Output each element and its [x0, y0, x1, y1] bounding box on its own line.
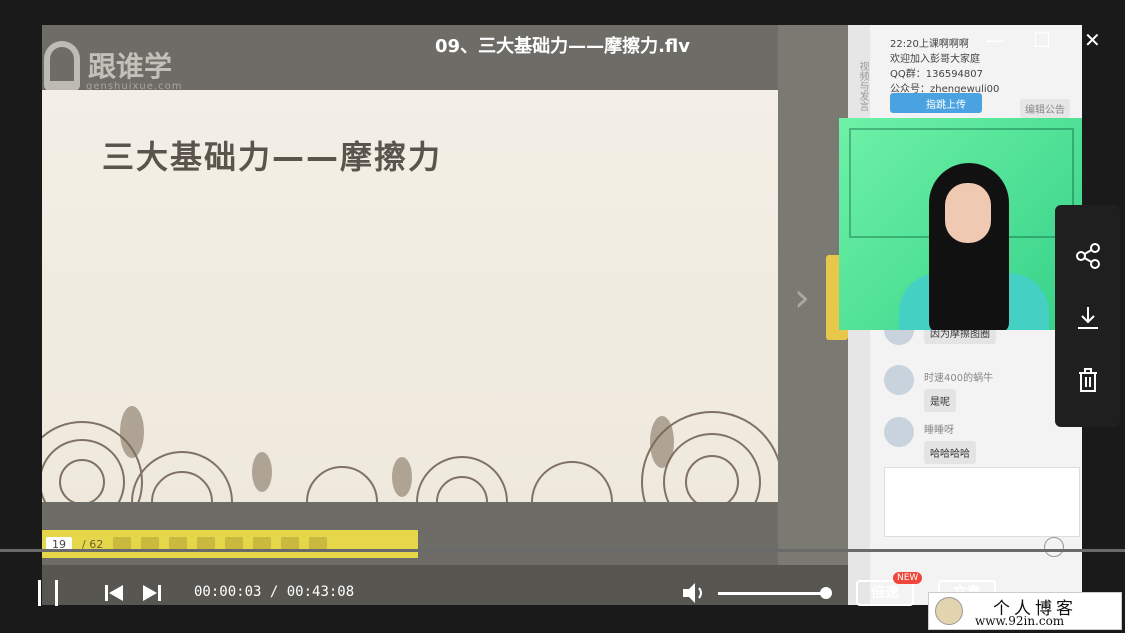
window-title: 09、三大基础力——摩擦力.flv [435, 36, 690, 57]
progress-bar[interactable] [0, 549, 1125, 552]
current-time: 00:00:03 [194, 584, 262, 600]
volume-slider[interactable] [718, 592, 826, 595]
previous-icon[interactable] [104, 583, 124, 603]
side-action-panel [1055, 205, 1120, 427]
avatar [884, 365, 914, 395]
lecture-slide: 三大基础力——摩擦力 [42, 90, 778, 502]
total-time: 00:43:08 [286, 584, 355, 600]
share-icon[interactable] [1073, 241, 1103, 271]
new-badge: NEW [893, 572, 923, 584]
slide-title: 三大基础力——摩擦力 [102, 138, 443, 176]
pen-toolbar: 19 / 62 [42, 530, 418, 558]
teacher-face [945, 183, 991, 243]
next-icon[interactable] [142, 583, 162, 603]
watermark-url: www.92in.com [975, 614, 1065, 628]
pause-icon[interactable] [36, 580, 60, 606]
watermark-avatar [935, 597, 963, 625]
avatar [884, 417, 914, 447]
download-icon[interactable] [1073, 303, 1103, 333]
chat-input[interactable] [884, 467, 1080, 537]
time-separator: / [261, 584, 287, 600]
message-author: 时速400的蜗牛 [924, 373, 994, 384]
time-display: 00:00:03 / 00:43:08 [194, 584, 354, 600]
edit-announcement-button[interactable]: 编辑公告 [1020, 99, 1070, 118]
blog-watermark: 个人博客 www.92in.com [928, 592, 1122, 630]
volume-knob[interactable] [820, 587, 832, 599]
scroll-bottom-icon[interactable] [1044, 537, 1064, 557]
close-icon[interactable]: ✕ [1084, 28, 1101, 52]
volume-icon[interactable] [682, 582, 708, 604]
message-text: 哈哈哈哈 [924, 441, 976, 464]
video-frame[interactable]: 跟谁学 genshuixue.com 三大基础力——摩擦力 › 19 / 62 … [42, 25, 1082, 605]
announcement-line: QQ群：136594807 [890, 69, 984, 80]
message-text: 是呢 [924, 389, 956, 412]
maximize-icon[interactable]: ☐ [1033, 28, 1051, 52]
minimize-icon[interactable]: — [985, 28, 1005, 52]
join-button[interactable]: 指跳上传 [890, 93, 982, 113]
message-author: 睡睡呀 [924, 425, 954, 436]
teacher-webcam[interactable] [839, 118, 1082, 330]
player-window: 跟谁学 genshuixue.com 三大基础力——摩擦力 › 19 / 62 … [0, 0, 1125, 633]
next-slide-icon[interactable]: › [794, 275, 810, 321]
trash-icon[interactable] [1073, 365, 1103, 395]
mandala-decoration [42, 406, 778, 502]
